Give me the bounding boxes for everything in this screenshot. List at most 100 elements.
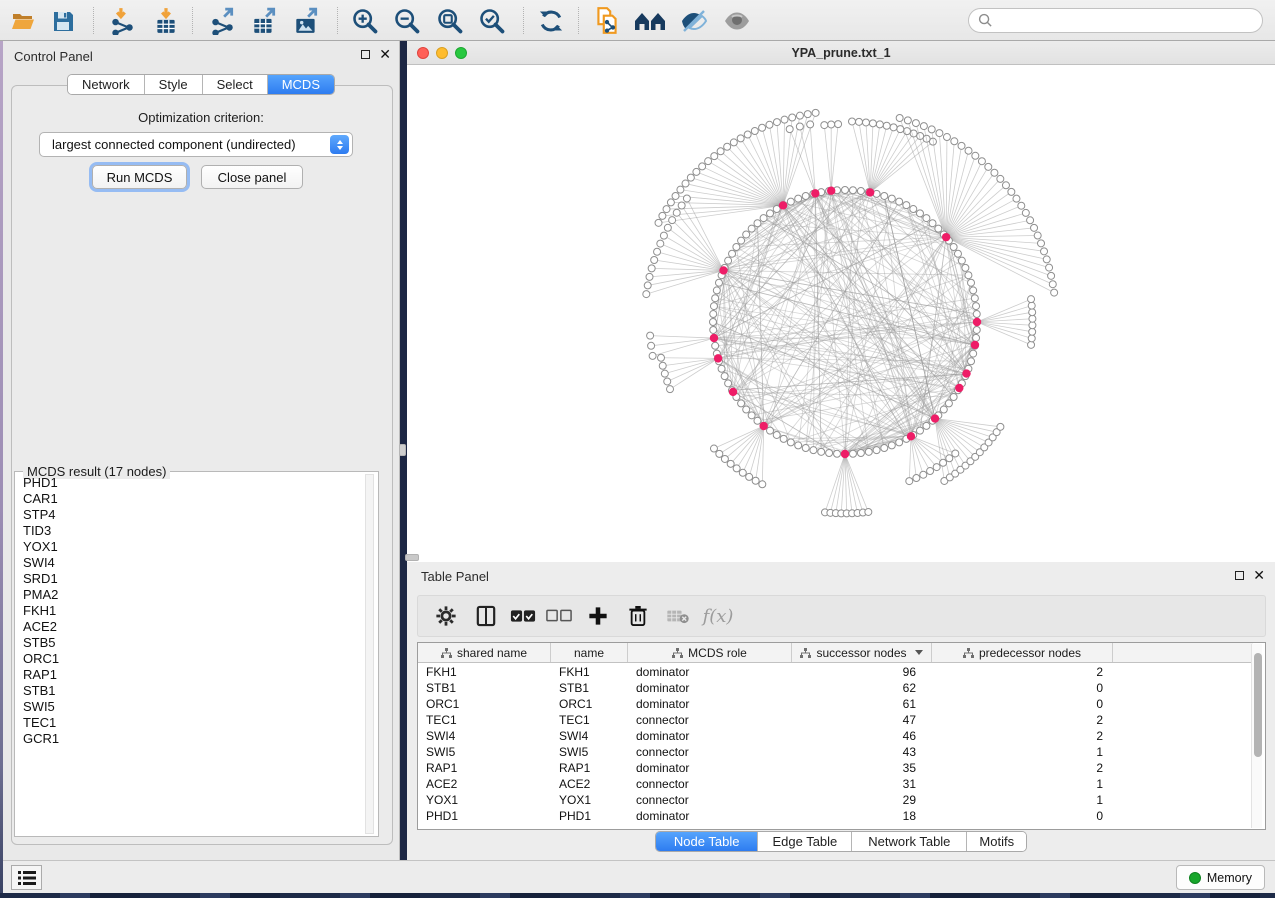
table-cell: FKH1 <box>418 665 551 679</box>
function-builder-button-disabled[interactable]: f(x) <box>698 599 738 633</box>
desktop-wallpaper-bottom <box>0 893 1275 898</box>
mcds-result-item[interactable]: PHD1 <box>16 475 368 491</box>
main-toolbar <box>0 0 1275 41</box>
mcds-result-item[interactable]: TEC1 <box>16 715 368 731</box>
zoom-in-button[interactable] <box>347 4 383 37</box>
mcds-result-item[interactable]: TID3 <box>16 523 368 539</box>
mcds-result-item[interactable]: YOX1 <box>16 539 368 555</box>
column-header-predecessor-nodes[interactable]: predecessor nodes <box>932 643 1113 662</box>
table-row[interactable]: TEC1TEC1connector472 <box>418 712 1253 728</box>
column-header-shared-name[interactable]: shared name <box>418 643 551 662</box>
zoom-fit-button[interactable] <box>432 4 468 37</box>
table-row[interactable]: FKH1FKH1dominator962 <box>418 664 1253 680</box>
delete-column-button[interactable] <box>618 599 658 633</box>
table-cell: ORC1 <box>551 697 628 711</box>
tab-style[interactable]: Style <box>144 75 202 94</box>
show-all-button[interactable] <box>719 4 755 37</box>
node-table-header: shared name name MCDS role successor nod… <box>418 643 1253 663</box>
select-all-button[interactable] <box>506 599 540 633</box>
add-column-button[interactable] <box>578 599 618 633</box>
import-table-button[interactable] <box>148 4 184 37</box>
open-file-button[interactable] <box>5 4 41 37</box>
mcds-result-item[interactable]: STB1 <box>16 683 368 699</box>
mcds-result-item[interactable]: FKH1 <box>16 603 368 619</box>
float-window-icon[interactable] <box>1235 571 1244 580</box>
mcds-result-item[interactable]: STB5 <box>16 635 368 651</box>
tab-network-table[interactable]: Network Table <box>851 832 966 851</box>
tab-motifs[interactable]: Motifs <box>966 832 1026 851</box>
float-window-icon[interactable] <box>361 50 370 59</box>
deselect-all-icon <box>546 609 572 623</box>
mcds-result-item[interactable]: ORC1 <box>16 651 368 667</box>
task-history-button[interactable] <box>11 865 42 890</box>
zoom-out-button[interactable] <box>389 4 425 37</box>
panel-divider-grip[interactable] <box>399 444 406 456</box>
table-row[interactable]: STB1STB1dominator620 <box>418 680 1253 696</box>
new-network-from-selection-button[interactable] <box>589 4 625 37</box>
zoom-selected-button[interactable] <box>474 4 510 37</box>
tab-select[interactable]: Select <box>202 75 267 94</box>
sort-descending-icon <box>915 650 923 655</box>
column-header-mcds-role[interactable]: MCDS role <box>628 643 792 662</box>
close-panel-button[interactable]: Close panel <box>201 165 303 189</box>
run-mcds-button[interactable]: Run MCDS <box>92 165 187 189</box>
table-mode-button[interactable] <box>466 599 506 633</box>
export-image-button[interactable] <box>288 4 324 37</box>
save-icon <box>50 9 76 33</box>
criterion-select[interactable]: largest connected component (undirected) <box>39 132 353 157</box>
table-cell: YOX1 <box>418 793 551 807</box>
table-scrollbar-thumb[interactable] <box>1254 653 1262 757</box>
import-network-button[interactable] <box>104 4 140 37</box>
export-table-icon <box>249 7 279 35</box>
tab-node-table[interactable]: Node Table <box>656 832 758 851</box>
table-row[interactable]: SWI5SWI5connector431 <box>418 744 1253 760</box>
table-cell: ACE2 <box>418 777 551 791</box>
network-table-divider-grip[interactable] <box>405 554 419 561</box>
table-row[interactable]: SWI4SWI4dominator462 <box>418 728 1253 744</box>
mcds-result-item[interactable]: GCR1 <box>16 731 368 747</box>
mcds-result-item[interactable]: ACE2 <box>16 619 368 635</box>
refresh-view-button[interactable] <box>533 4 569 37</box>
tab-edge-table[interactable]: Edge Table <box>757 832 851 851</box>
column-header-name[interactable]: name <box>551 643 628 662</box>
close-icon[interactable]: ✕ <box>379 49 391 59</box>
table-scrollbar[interactable] <box>1251 644 1262 828</box>
hide-selected-button[interactable] <box>676 4 712 37</box>
mcds-result-item[interactable]: CAR1 <box>16 491 368 507</box>
table-row[interactable]: PHD1PHD1dominator180 <box>418 808 1253 824</box>
deselect-all-button[interactable] <box>540 599 578 633</box>
table-cell: TEC1 <box>418 713 551 727</box>
table-row[interactable]: RAP1RAP1dominator352 <box>418 760 1253 776</box>
memory-button[interactable]: Memory <box>1176 865 1265 890</box>
table-row[interactable]: YOX1YOX1connector291 <box>418 792 1253 808</box>
mcds-result-item[interactable]: SWI4 <box>16 555 368 571</box>
tab-network[interactable]: Network <box>68 75 144 94</box>
zoom-selected-icon <box>478 7 506 35</box>
network-graph[interactable] <box>407 65 1275 562</box>
mcds-result-item[interactable]: SRD1 <box>16 571 368 587</box>
delete-table-button-disabled[interactable] <box>658 599 698 633</box>
table-row[interactable]: ORC1ORC1dominator610 <box>418 696 1253 712</box>
mcds-result-item[interactable]: RAP1 <box>16 667 368 683</box>
network-title: YPA_prune.txt_1 <box>407 46 1275 60</box>
close-icon[interactable]: ✕ <box>1253 570 1265 580</box>
mcds-list-scrollbar[interactable] <box>365 474 374 834</box>
column-header-successor-nodes[interactable]: successor nodes <box>792 643 932 662</box>
select-stepper-icon <box>330 135 349 154</box>
column-settings-button[interactable] <box>426 599 466 633</box>
table-row[interactable]: ACE2ACE2connector311 <box>418 776 1253 792</box>
search-input[interactable] <box>998 11 1262 31</box>
table-cell: 35 <box>792 761 932 775</box>
list-icon <box>18 871 36 885</box>
copy-network-icon <box>593 6 621 36</box>
tab-mcds[interactable]: MCDS <box>267 75 334 94</box>
mcds-result-item[interactable]: STP4 <box>16 507 368 523</box>
table-cell: 0 <box>932 681 1113 695</box>
table-cell: dominator <box>628 761 792 775</box>
export-table-button[interactable] <box>246 4 282 37</box>
save-session-button[interactable] <box>45 4 81 37</box>
export-network-button[interactable] <box>204 4 240 37</box>
mcds-result-item[interactable]: PMA2 <box>16 587 368 603</box>
first-neighbors-button[interactable] <box>632 4 668 37</box>
mcds-result-item[interactable]: SWI5 <box>16 699 368 715</box>
